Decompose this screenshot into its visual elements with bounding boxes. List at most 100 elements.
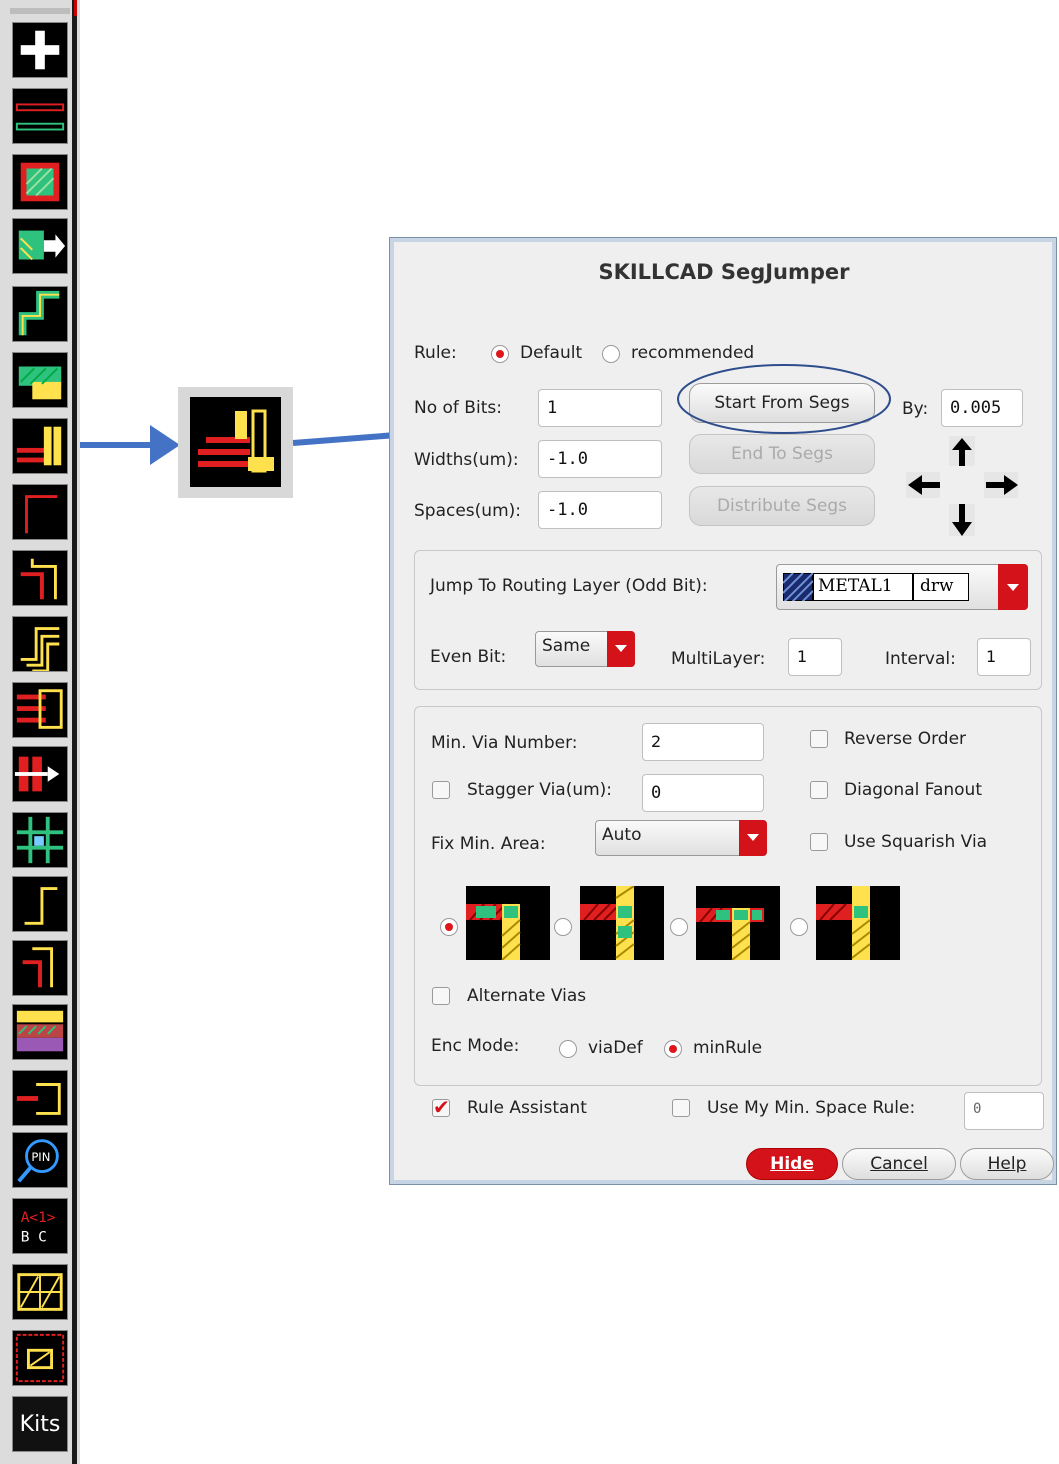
spaces-input[interactable]: -1.0	[538, 491, 662, 529]
min-space-checkbox[interactable]	[672, 1099, 690, 1117]
svg-text:B C: B C	[21, 1229, 47, 1245]
via-pattern-2[interactable]	[580, 886, 664, 960]
move-arrows	[906, 436, 1018, 536]
stack-shapes-icon[interactable]	[12, 352, 68, 408]
enc-minrule-label: minRule	[693, 1038, 763, 1058]
even-bit-label: Even Bit:	[430, 647, 507, 667]
jump-layer-label: Jump To Routing Layer (Odd Bit):	[430, 576, 708, 596]
layer-dropdown-arrow[interactable]	[998, 564, 1028, 610]
squarish-via-label: Use Squarish Via	[844, 832, 988, 852]
interval-input[interactable]: 1	[977, 638, 1031, 676]
right-arrow-icon[interactable]	[984, 472, 1018, 498]
end-to-segs-button[interactable]: End To Segs	[689, 434, 875, 474]
left-arrow-icon[interactable]	[906, 472, 940, 498]
reverse-order-checkbox[interactable]	[810, 730, 828, 748]
even-bit-value: Same	[542, 636, 591, 656]
fix-area-select[interactable]: Auto	[595, 820, 767, 856]
step-single-icon[interactable]	[12, 484, 68, 540]
by-input[interactable]: 0.005	[941, 389, 1023, 427]
stagger-via-label: Stagger Via(um):	[467, 780, 613, 800]
rule-assistant-checkbox[interactable]	[432, 1095, 450, 1119]
enc-mode-label: Enc Mode:	[431, 1036, 520, 1056]
highlight-ellipse	[677, 364, 891, 434]
rule-default-radio[interactable]	[491, 345, 509, 363]
dot-grid-icon[interactable]	[12, 1330, 68, 1386]
widths-input[interactable]: -1.0	[538, 440, 662, 478]
hatched-grid-icon[interactable]	[12, 1264, 68, 1320]
min-space-label: Use My Min. Space Rule:	[707, 1098, 916, 1118]
bus-lines-icon[interactable]	[12, 88, 68, 144]
by-label: By:	[902, 399, 929, 419]
hide-button[interactable]: Hide	[746, 1148, 838, 1180]
step-small-icon[interactable]	[12, 876, 68, 932]
enc-minrule-radio[interactable]	[664, 1040, 682, 1058]
min-space-input[interactable]: 0	[964, 1092, 1044, 1130]
down-arrow-icon[interactable]	[949, 504, 975, 536]
min-via-label: Min. Via Number:	[431, 733, 578, 753]
toolbar-red-mark	[74, 0, 77, 16]
svg-text:A<1>: A<1>	[21, 1210, 56, 1226]
pin-search-icon[interactable]: PIN	[12, 1132, 68, 1188]
enc-viadef-radio[interactable]	[559, 1040, 577, 1058]
segjumper-dialog: SKILLCAD SegJumper Rule: Default recomme…	[389, 237, 1057, 1185]
reverse-order-label: Reverse Order	[844, 729, 967, 749]
alternate-vias-label: Alternate Vias	[467, 986, 587, 1006]
dialog-title: SKILLCAD SegJumper	[598, 260, 850, 284]
seg-jumper-icon	[198, 409, 274, 473]
rule-recommended-label: recommended	[631, 343, 755, 363]
step-route-icon[interactable]	[12, 286, 68, 342]
via-pattern-4[interactable]	[816, 886, 900, 960]
triple-step-icon[interactable]	[12, 616, 68, 672]
step-red-icon[interactable]	[12, 940, 68, 996]
svg-text:PIN: PIN	[31, 1150, 50, 1164]
squarish-via-checkbox[interactable]	[810, 833, 828, 851]
layout-toolbar: PIN A<1> B C Kits	[0, 0, 80, 1464]
via-pattern-3-radio[interactable]	[670, 918, 688, 936]
via-pattern-3[interactable]	[696, 886, 780, 960]
move-shape-icon[interactable]	[12, 218, 68, 274]
via-square-icon[interactable]	[12, 154, 68, 210]
diagonal-fanout-label: Diagonal Fanout	[844, 780, 982, 800]
seg-jumper-icon[interactable]	[12, 418, 68, 474]
even-bit-select[interactable]: Same	[535, 631, 635, 667]
fork-icon[interactable]	[12, 1070, 68, 1126]
diagonal-fanout-checkbox[interactable]	[810, 781, 828, 799]
via-pattern-4-radio[interactable]	[790, 918, 808, 936]
via-pattern-1-radio[interactable]	[440, 918, 458, 936]
bits-input[interactable]: 1	[538, 389, 662, 427]
help-button[interactable]: Help	[960, 1148, 1054, 1180]
layer-fill-icon[interactable]	[12, 1004, 68, 1060]
up-arrow-icon[interactable]	[949, 436, 975, 466]
multilayer-input[interactable]: 1	[788, 638, 842, 676]
min-via-input[interactable]: 2	[642, 723, 764, 761]
kits-button[interactable]: Kits	[12, 1396, 68, 1452]
grid-cross-icon[interactable]	[12, 812, 68, 868]
label-bus-icon[interactable]: A<1> B C	[12, 1198, 68, 1254]
distribute-segs-button[interactable]: Distribute Segs	[689, 486, 875, 526]
layer-name: METAL1	[813, 573, 913, 601]
widths-label: Widths(um):	[414, 450, 519, 470]
cancel-button[interactable]: Cancel	[842, 1148, 956, 1180]
via-pattern-2-radio[interactable]	[554, 918, 572, 936]
stagger-via-input[interactable]: 0	[642, 774, 764, 812]
multilayer-label: MultiLayer:	[671, 649, 766, 669]
enc-viadef-label: viaDef	[588, 1038, 643, 1058]
fix-area-label: Fix Min. Area:	[431, 834, 546, 854]
bits-label: No of Bits:	[414, 398, 502, 418]
arrow-head-left	[150, 425, 180, 465]
bus-extend-icon[interactable]	[12, 682, 68, 738]
push-bits-icon[interactable]	[12, 746, 68, 802]
plus-icon[interactable]	[12, 22, 68, 78]
rule-default-label: Default	[520, 343, 583, 363]
layer-select[interactable]: METAL1 drw	[776, 564, 1028, 610]
via-pattern-1[interactable]	[466, 886, 550, 960]
even-bit-dropdown-arrow[interactable]	[607, 631, 635, 667]
double-step-icon[interactable]	[12, 550, 68, 606]
interval-label: Interval:	[885, 649, 956, 669]
fix-area-dropdown-arrow[interactable]	[739, 820, 767, 856]
alternate-vias-checkbox[interactable]	[432, 987, 450, 1005]
stagger-via-checkbox[interactable]	[432, 781, 450, 799]
toolbar-grip	[10, 8, 70, 14]
spaces-label: Spaces(um):	[414, 501, 521, 521]
rule-recommended-radio[interactable]	[602, 345, 620, 363]
